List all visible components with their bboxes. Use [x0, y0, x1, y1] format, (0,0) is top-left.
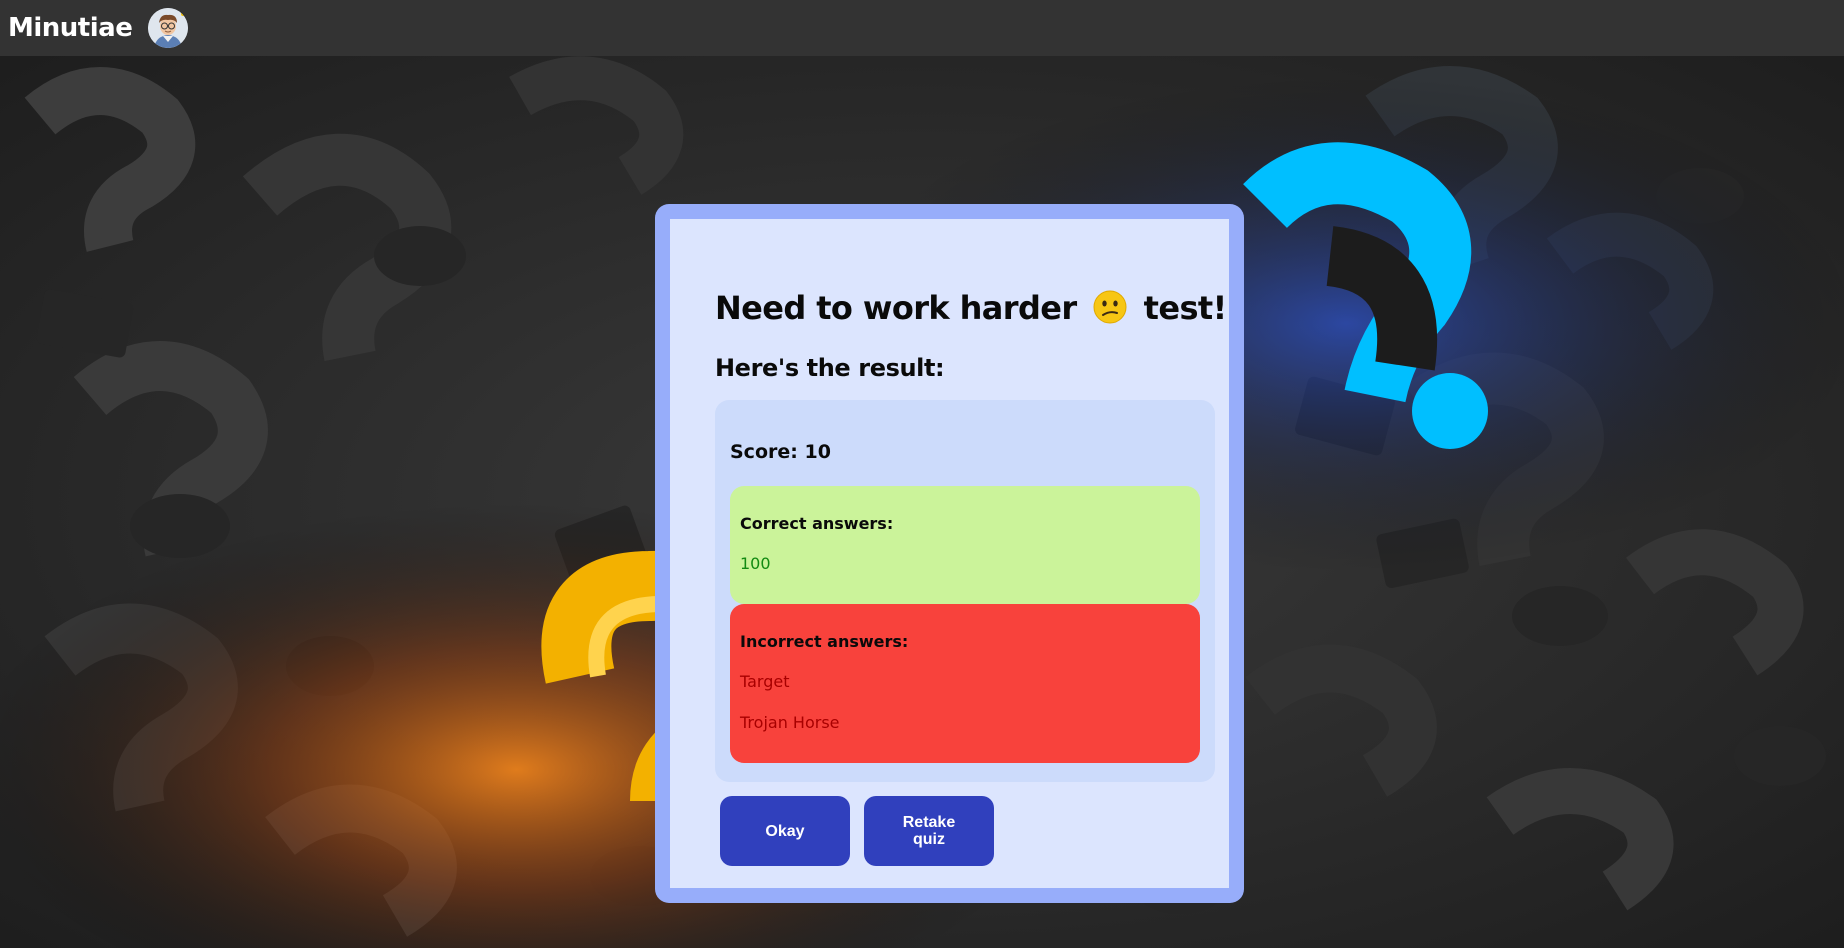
incorrect-answers-box: Incorrect answers: Target Trojan Horse: [730, 604, 1200, 763]
correct-answer-item: 100: [740, 554, 771, 573]
okay-button-label: Okay: [765, 822, 805, 840]
result-summary-card: Score: 10 Correct answers: 100 Incorrect…: [715, 400, 1215, 782]
score-text: Score: 10: [730, 441, 831, 463]
retake-quiz-button[interactable]: Retake quiz: [864, 796, 994, 866]
incorrect-answers-label: Incorrect answers:: [740, 632, 909, 651]
result-subtitle: Here's the result:: [715, 354, 945, 382]
incorrect-answer-item: Trojan Horse: [740, 713, 840, 732]
okay-button[interactable]: Okay: [720, 796, 850, 866]
incorrect-answer-item: Target: [740, 672, 790, 691]
result-title-prefix: Need to work harder: [715, 289, 1077, 327]
result-title-suffix: test!: [1143, 289, 1228, 327]
user-avatar-icon[interactable]: [148, 8, 189, 48]
modal-body: Need to work harder test! Here's the res…: [670, 219, 1229, 888]
brand-logo-text[interactable]: Minutiae: [8, 13, 133, 43]
result-title: Need to work harder test!: [715, 289, 1227, 327]
confused-face-icon: [1093, 290, 1127, 324]
top-bar: Minutiae: [0, 0, 1844, 56]
correct-answers-label: Correct answers:: [740, 514, 894, 533]
retake-quiz-button-label: Retake quiz: [902, 814, 956, 848]
quiz-result-modal: Need to work harder test! Here's the res…: [655, 204, 1244, 903]
correct-answers-box: Correct answers: 100: [730, 486, 1200, 604]
